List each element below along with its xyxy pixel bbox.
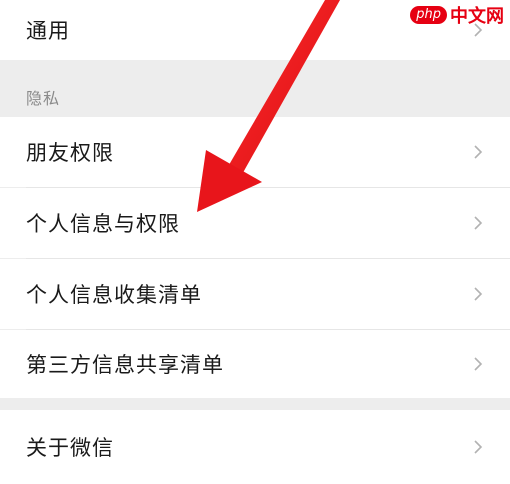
settings-item-label: 个人信息收集清单 [26, 283, 202, 307]
watermark-site-name: 中文网 [450, 6, 504, 27]
settings-item-about-wechat[interactable]: 关于微信 [0, 410, 510, 484]
section-gap [0, 398, 510, 410]
chevron-right-icon [472, 287, 484, 301]
settings-item-personal-info-collection[interactable]: 个人信息收集清单 [0, 259, 510, 329]
settings-item-label: 通用 [26, 19, 70, 43]
settings-screen: 通用 隐私 朋友权限 个人信息与权限 个人信息收集清单 第三方信息共享清单 关于… [0, 0, 510, 484]
chevron-right-icon [472, 145, 484, 159]
watermark-logo: php [410, 6, 447, 24]
settings-item-label: 第三方信息共享清单 [26, 353, 224, 377]
section-header-label: 隐私 [26, 89, 61, 108]
settings-item-friend-permissions[interactable]: 朋友权限 [0, 117, 510, 187]
privacy-section-header: 隐私 [0, 60, 510, 117]
chevron-right-icon [472, 216, 484, 230]
php-cn-watermark: php 中文网 [410, 2, 504, 28]
settings-item-label: 朋友权限 [26, 141, 114, 165]
settings-item-personal-info-permissions[interactable]: 个人信息与权限 [0, 188, 510, 258]
chevron-right-icon [472, 440, 484, 454]
settings-item-label: 个人信息与权限 [26, 212, 180, 236]
settings-item-third-party-sharing[interactable]: 第三方信息共享清单 [0, 330, 510, 398]
settings-item-label: 关于微信 [26, 436, 114, 460]
chevron-right-icon [472, 357, 484, 371]
